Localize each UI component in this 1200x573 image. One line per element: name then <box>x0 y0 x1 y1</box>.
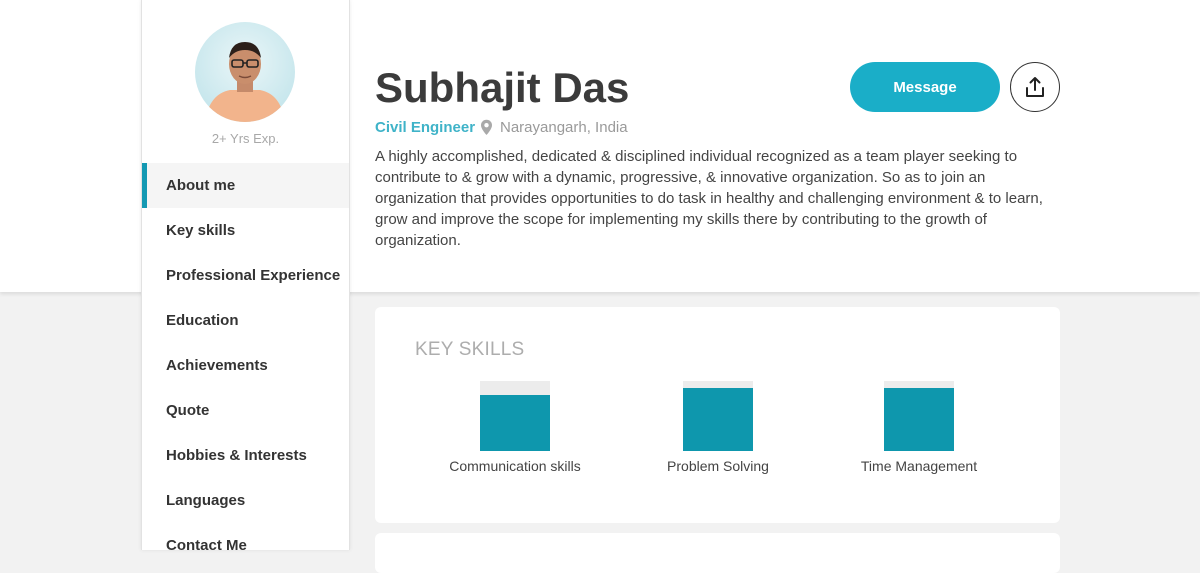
sidebar-item-professional-experience[interactable]: Professional Experience <box>142 253 349 298</box>
key-skills-title: KEY SKILLS <box>415 339 525 360</box>
next-section-card <box>375 533 1060 573</box>
skill-meter <box>480 381 550 451</box>
profile-location: Narayangarh, India <box>480 119 628 136</box>
avatar-photo <box>195 22 295 122</box>
sidebar-item-key-skills[interactable]: Key skills <box>142 208 349 253</box>
skill-meter-fill <box>480 395 550 451</box>
sidebar-item-contact-me[interactable]: Contact Me <box>142 523 349 568</box>
sidebar-nav: About me Key skills Professional Experie… <box>142 163 349 568</box>
profile-name: Subhajit Das <box>375 64 630 111</box>
skill-meter-fill <box>683 388 753 451</box>
sidebar-item-hobbies[interactable]: Hobbies & Interests <box>142 433 349 478</box>
sidebar-item-about-me[interactable]: About me <box>142 163 349 208</box>
sidebar-item-quote[interactable]: Quote <box>142 388 349 433</box>
avatar <box>195 22 295 122</box>
skill-communication: Communication skills <box>415 381 615 474</box>
sidebar-item-languages[interactable]: Languages <box>142 478 349 523</box>
profile-bio: A highly accomplished, dedicated & disci… <box>375 148 1043 249</box>
skill-label: Time Management <box>860 458 978 474</box>
sidebar-item-education[interactable]: Education <box>142 298 349 343</box>
map-pin-icon <box>481 119 492 135</box>
location-text: Narayangarh, India <box>500 119 628 136</box>
skill-meter <box>683 381 753 451</box>
key-skills-card: KEY SKILLS Communication skills Problem … <box>375 307 1060 523</box>
skill-label: Problem Solving <box>667 458 769 474</box>
skill-label: Communication skills <box>449 458 581 474</box>
skill-meter-fill <box>884 388 954 451</box>
share-button[interactable] <box>1010 62 1060 112</box>
sidebar-item-achievements[interactable]: Achievements <box>142 343 349 388</box>
skill-meter <box>884 381 954 451</box>
message-button[interactable]: Message <box>850 62 1000 112</box>
experience-label: 2+ Yrs Exp. <box>211 131 280 146</box>
profile-sidebar: 2+ Yrs Exp. About me Key skills Professi… <box>141 0 350 554</box>
skill-problem-solving: Problem Solving <box>618 381 818 474</box>
share-upload-icon <box>1026 77 1044 97</box>
profile-role: Civil Engineer <box>375 119 476 136</box>
skill-time-management: Time Management <box>819 381 1019 474</box>
